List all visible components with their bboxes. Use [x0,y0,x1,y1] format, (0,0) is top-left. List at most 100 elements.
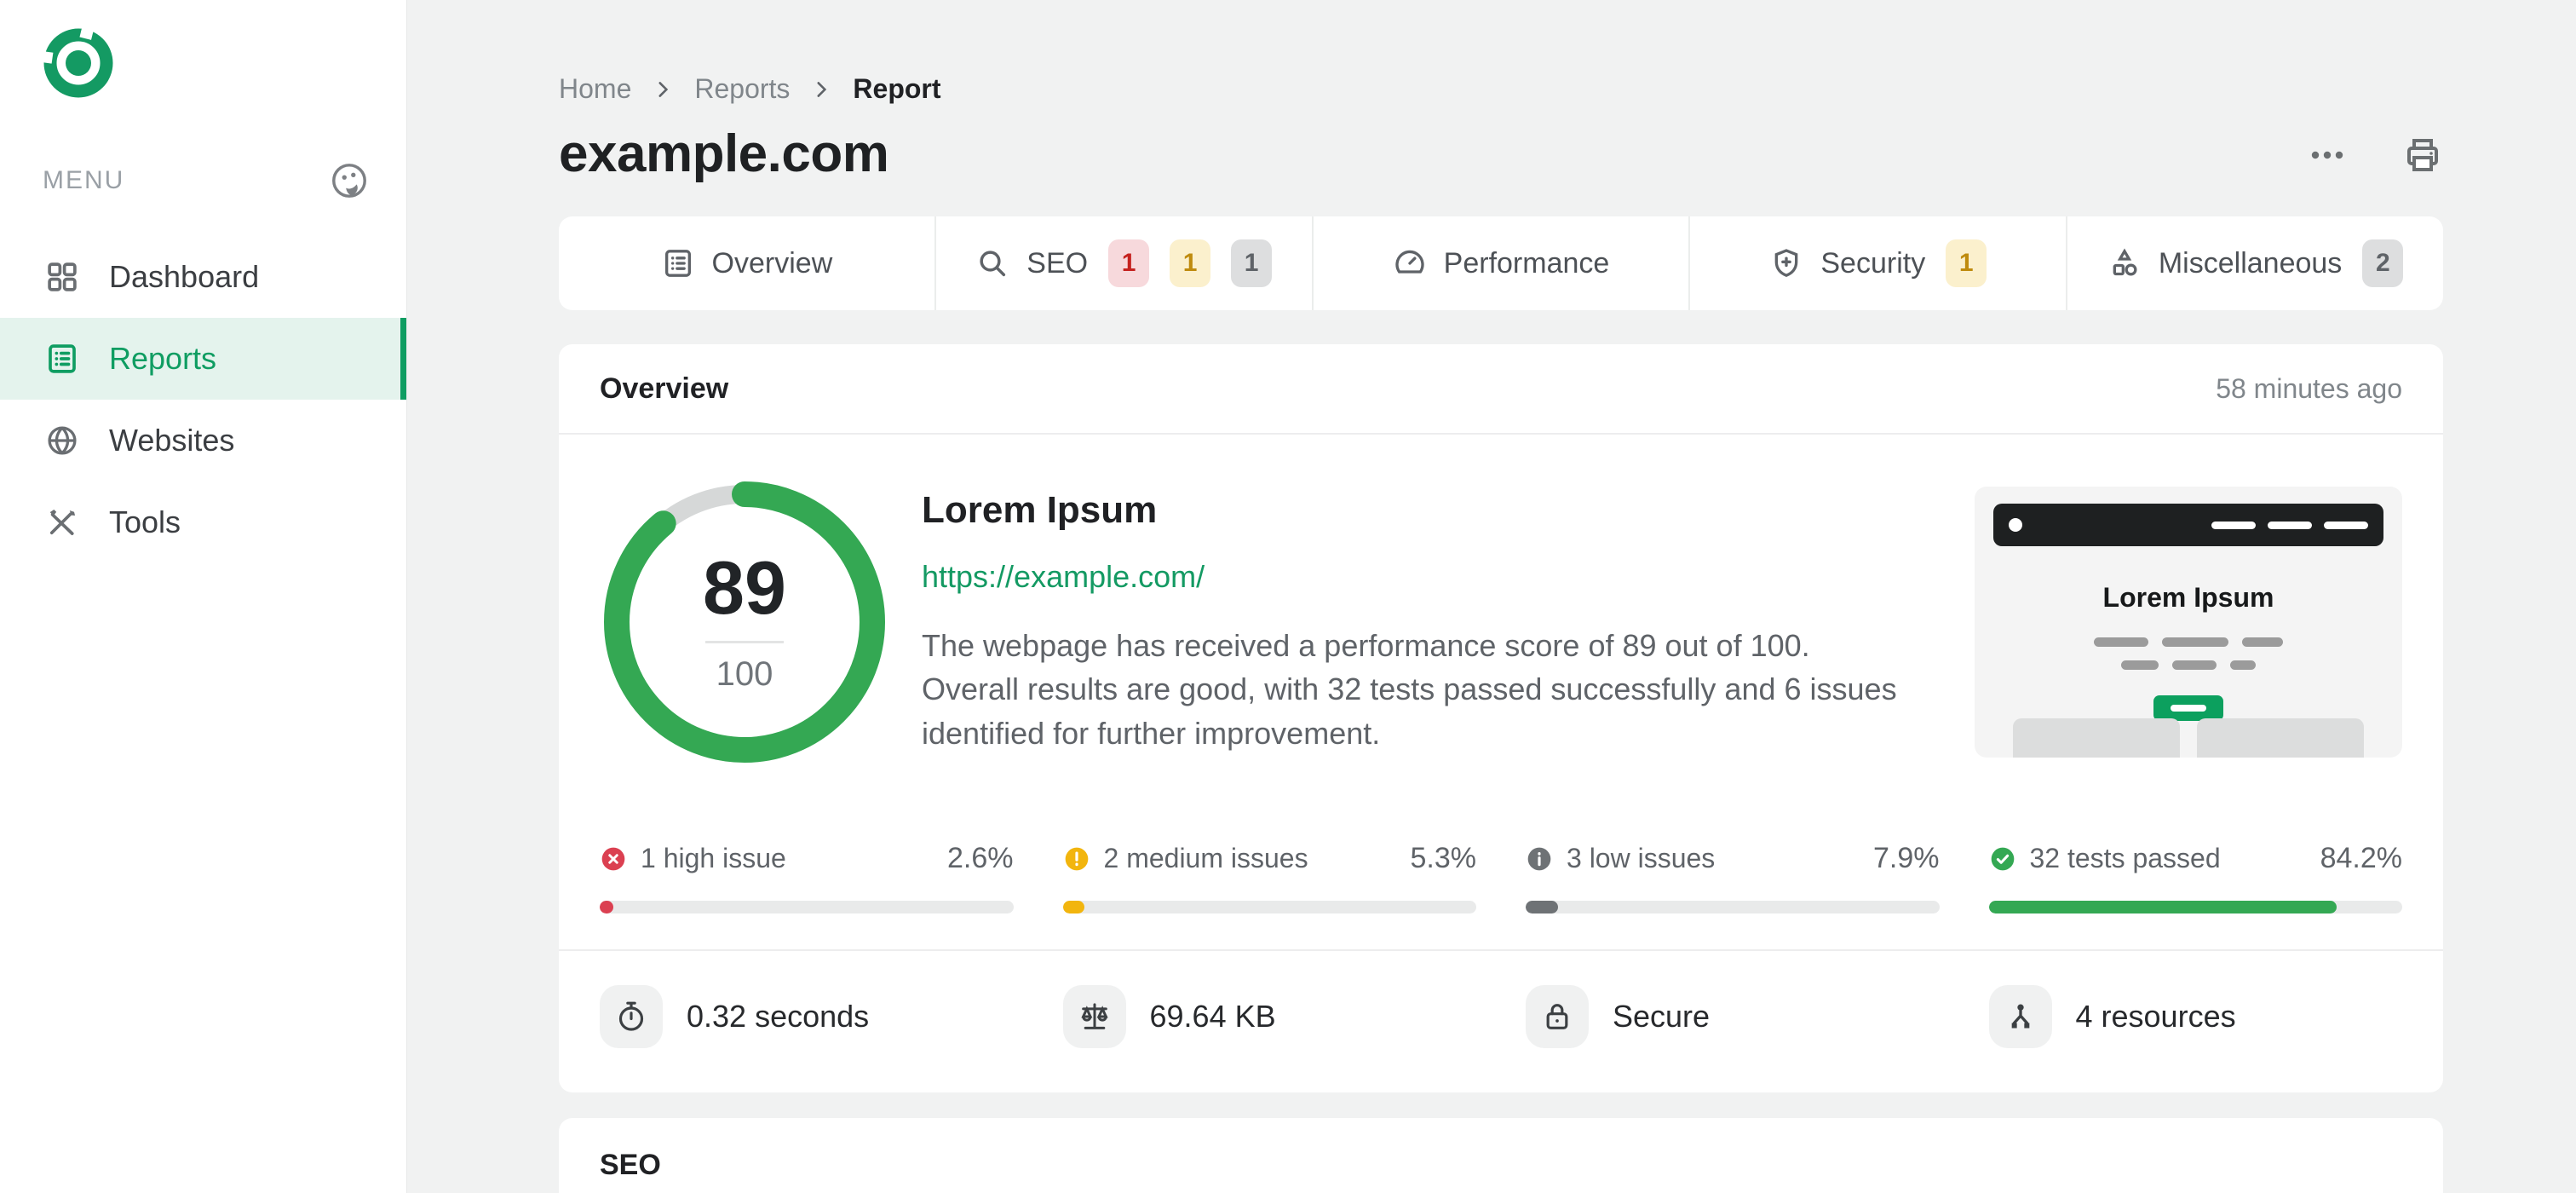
preview-dot [2009,518,2022,532]
preview-text-lines [1993,660,2383,670]
info-circle-icon [1527,847,1551,870]
metric-chip [600,985,663,1048]
stat-medium-issues: 2 medium issues 5.3% [1062,842,1477,913]
warning-circle-icon [1065,847,1088,870]
score-value: 89 [703,545,786,630]
shield-icon [1775,249,1798,277]
site-heading: Lorem Ipsum [922,489,1158,532]
sidebar-item-websites[interactable]: Websites [0,400,406,481]
stat-label: 3 low issues [1567,843,1716,873]
stat-label: 1 high issue [641,843,786,873]
stat-percent: 84.2% [2320,842,2402,874]
site-preview-thumbnail[interactable]: Lorem Ipsum [1975,487,2402,758]
gauge-icon [1395,250,1424,274]
report-timestamp: 58 minutes ago [2216,372,2402,404]
stat-label: 2 medium issues [1103,843,1308,873]
sidebar-item-label: Websites [109,423,235,458]
app-logo-icon [40,25,113,98]
metric-security: Secure [1526,985,1940,1048]
tab-label: Overview [711,246,833,280]
metric-label: Secure [1613,999,1711,1034]
report-list-icon [49,344,76,373]
page-title: example.com [559,124,889,183]
progress-bar [1062,901,1476,913]
score-max: 100 [716,655,773,693]
site-url-link[interactable]: https://example.com/ [922,559,1205,595]
metric-label: 0.32 seconds [687,999,870,1034]
breadcrumb-current: Report [853,73,941,104]
breadcrumb: Home Reports Report [559,73,2443,105]
metric-label: 69.64 KB [1149,999,1276,1034]
tab-overview[interactable]: Overview [559,216,934,310]
stat-percent: 2.6% [947,842,1014,874]
tab-label: Performance [1443,246,1610,280]
metric-chip [1988,985,2052,1048]
scale-icon [1080,1003,1108,1029]
sidebar-item-label: Tools [109,504,181,539]
tab-label: Security [1820,246,1926,280]
issue-count-badge: 1 [1108,239,1150,287]
account-icon[interactable] [330,161,369,200]
metric-resources: 4 resources [1988,985,2403,1048]
preview-nav-dashes [2211,521,2368,529]
menu-label: MENU [43,166,125,194]
sidebar-nav: Dashboard Reports Websites Tools [0,236,406,563]
metrics-row: 0.32 seconds 69.64 KB Secure 4 resources [559,951,2443,1092]
grid-icon [48,262,77,291]
resources-icon [2011,1004,2029,1029]
preview-heading: Lorem Ipsum [2102,582,2274,613]
sidebar-item-label: Dashboard [109,259,260,294]
seo-section-title: SEO [600,1148,661,1181]
issue-count-badge: 1 [1946,239,1987,287]
issue-count-badge: 2 [2362,239,2404,287]
metric-load-time: 0.32 seconds [600,985,1014,1048]
shapes-icon [2113,248,2137,276]
issue-count-badge: 1 [1170,239,1211,287]
overview-section-title: Overview [600,372,729,405]
progress-bar [1988,901,2402,913]
stat-percent: 5.3% [1410,842,1477,874]
preview-blocks [1975,718,2402,758]
sidebar-item-tools[interactable]: Tools [0,481,406,563]
chevron-right-icon [658,81,669,97]
tab-miscellaneous[interactable]: Miscellaneous 2 [2066,216,2443,310]
report-tabs: Overview SEO 1 1 1 Performance Security … [559,216,2443,310]
more-options-button[interactable] [2307,135,2348,176]
preview-button [2153,695,2223,721]
score-divider [705,641,784,643]
breadcrumb-home[interactable]: Home [559,73,631,105]
check-circle-icon [1991,847,2014,870]
progress-bar [1526,901,1940,913]
stat-percent: 7.9% [1873,842,1940,874]
search-icon [980,251,1006,277]
preview-browser-bar [1993,504,2383,546]
globe-icon [48,426,77,455]
lock-icon [1546,1004,1568,1029]
metric-chip [1526,985,1589,1048]
tab-security[interactable]: Security 1 [1688,216,2066,310]
chevron-right-icon [817,81,827,97]
list-icon [664,250,691,277]
tab-performance[interactable]: Performance [1311,216,1689,310]
stopwatch-icon [618,1001,644,1031]
main-content: Home Reports Report example.com Overview [408,0,2576,1193]
tab-label: SEO [1026,246,1089,280]
tab-seo[interactable]: SEO 1 1 1 [934,216,1312,310]
sidebar-item-dashboard[interactable]: Dashboard [0,236,406,318]
sidebar-item-reports[interactable]: Reports [0,318,406,400]
breadcrumb-reports[interactable]: Reports [694,73,790,105]
print-button[interactable] [2402,135,2443,176]
sidebar-item-label: Reports [109,341,217,376]
stat-label: 32 tests passed [2029,843,2221,873]
issue-stats-row: 1 high issue 2.6% 2 medium issues 5.3% 3… [559,810,2443,951]
performance-score-ring: 89 100 [600,477,889,767]
stat-low-issues: 3 low issues 7.9% [1526,842,1940,913]
progress-bar [600,901,1014,913]
tab-label: Miscellaneous [2158,246,2343,280]
stat-high-issues: 1 high issue 2.6% [600,842,1014,913]
error-circle-icon [601,847,625,870]
issue-count-badge: 1 [1231,239,1273,287]
metric-label: 4 resources [2075,999,2236,1034]
stat-tests-passed: 32 tests passed 84.2% [1988,842,2402,913]
preview-text-lines [1993,637,2383,647]
